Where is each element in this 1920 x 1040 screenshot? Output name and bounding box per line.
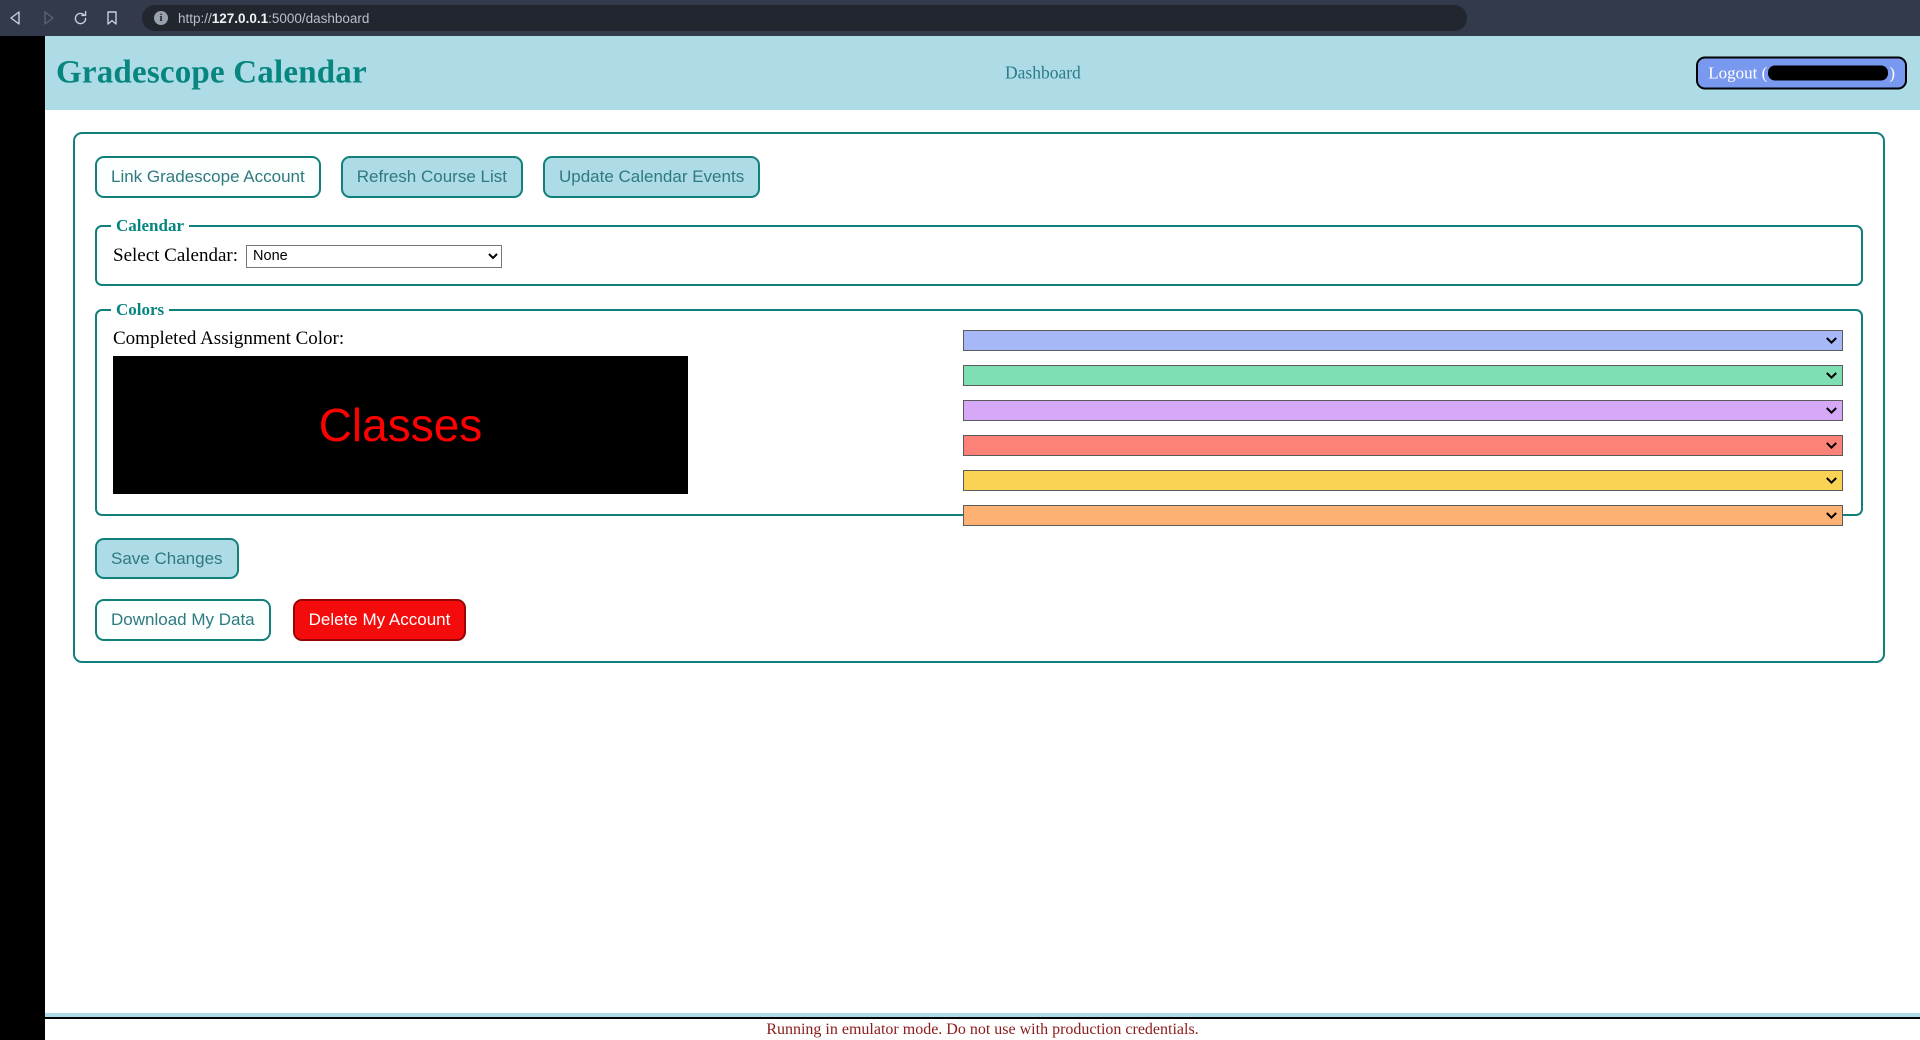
bookmark-button[interactable] bbox=[96, 0, 128, 36]
class-color-3-select[interactable] bbox=[963, 434, 1843, 456]
url-path: :5000/dashboard bbox=[268, 10, 370, 26]
color-select-wrapper-4 bbox=[963, 434, 1843, 456]
calendar-fieldset-legend: Calendar bbox=[116, 215, 184, 235]
forward-button[interactable] bbox=[32, 0, 64, 36]
completed-assignment-color-select[interactable] bbox=[963, 329, 1843, 351]
reload-button[interactable] bbox=[64, 0, 96, 36]
redacted-username bbox=[1768, 65, 1889, 81]
forward-arrow-icon bbox=[40, 10, 56, 26]
class-color-1-select[interactable] bbox=[963, 364, 1843, 386]
calendar-select-row: Select Calendar: None bbox=[107, 242, 1851, 274]
reload-icon bbox=[72, 10, 89, 27]
color-select-wrapper-6 bbox=[963, 504, 1843, 526]
colors-body: Completed Assignment Color: Classes bbox=[107, 328, 1851, 526]
class-color-5-select[interactable] bbox=[963, 504, 1843, 526]
back-button[interactable] bbox=[0, 0, 32, 36]
delete-my-account-button[interactable]: Delete My Account bbox=[292, 599, 467, 641]
nav-link-dashboard[interactable]: Dashboard bbox=[1005, 63, 1081, 84]
emulator-mode-banner: Running in emulator mode. Do not use wit… bbox=[45, 1017, 1920, 1040]
logout-label-suffix: ) bbox=[1889, 63, 1895, 82]
classes-placeholder-text: Classes bbox=[318, 398, 483, 451]
site-header: Gradescope Calendar Dashboard Logout () bbox=[45, 36, 1920, 110]
class-color-2-select[interactable] bbox=[963, 399, 1843, 421]
colors-fieldset-legend: Colors bbox=[116, 299, 165, 319]
select-calendar-label: Select Calendar: bbox=[113, 245, 239, 267]
info-icon[interactable]: i bbox=[154, 11, 168, 25]
link-gradescope-account-button[interactable]: Link Gradescope Account bbox=[95, 156, 321, 198]
color-select-wrapper-2 bbox=[963, 364, 1843, 386]
class-color-4-select[interactable] bbox=[963, 469, 1843, 491]
color-select-wrapper-3 bbox=[963, 399, 1843, 421]
classes-image-placeholder: Classes bbox=[113, 355, 688, 494]
url-scheme: http:// bbox=[178, 10, 212, 26]
colors-fieldset: Colors Completed Assignment Color: Class… bbox=[95, 299, 1863, 526]
color-select-wrapper-1 bbox=[963, 329, 1843, 351]
account-actions-row: Download My Data Delete My Account bbox=[95, 599, 1863, 641]
color-select-wrapper-5 bbox=[963, 469, 1843, 491]
update-calendar-events-button[interactable]: Update Calendar Events bbox=[542, 156, 761, 198]
page-title: Gradescope Calendar bbox=[56, 54, 367, 91]
url-host: 127.0.0.1 bbox=[211, 10, 269, 26]
browser-chrome: i http://127.0.0.1:5000/dashboard bbox=[0, 0, 1920, 36]
address-bar[interactable]: i http://127.0.0.1:5000/dashboard bbox=[142, 5, 1467, 31]
back-arrow-icon bbox=[8, 10, 24, 26]
url-text: http://127.0.0.1:5000/dashboard bbox=[178, 11, 369, 26]
action-button-row: Link Gradescope Account Refresh Course L… bbox=[95, 156, 1863, 198]
save-row: Save Changes bbox=[95, 537, 1863, 580]
save-changes-button[interactable]: Save Changes bbox=[95, 537, 239, 580]
calendar-fieldset: Calendar Select Calendar: None bbox=[95, 215, 1863, 286]
logout-button[interactable]: Logout () bbox=[1696, 56, 1907, 90]
color-select-stack bbox=[963, 329, 1843, 526]
page-viewport: Gradescope Calendar Dashboard Logout () … bbox=[45, 36, 1920, 1040]
refresh-course-list-button[interactable]: Refresh Course List bbox=[340, 156, 523, 198]
calendar-select[interactable]: None bbox=[246, 244, 503, 268]
download-my-data-button[interactable]: Download My Data bbox=[95, 599, 271, 641]
dashboard-panel: Link Gradescope Account Refresh Course L… bbox=[73, 132, 1885, 663]
logout-label-prefix: Logout ( bbox=[1708, 63, 1768, 82]
bookmark-icon bbox=[104, 10, 120, 26]
